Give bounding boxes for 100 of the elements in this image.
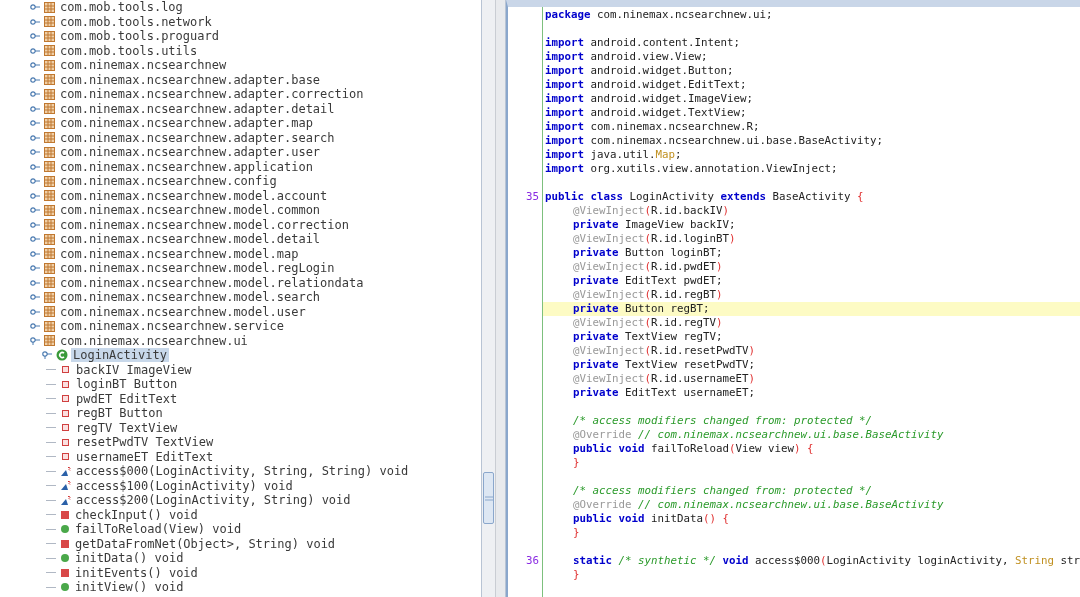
member-name[interactable]: initView() void: [73, 580, 186, 595]
package-name[interactable]: com.ninemax.ncsearchnew.service: [58, 319, 286, 334]
tree-line: [46, 427, 56, 429]
member-name[interactable]: access$200(LoginActivity, String) void: [74, 493, 353, 508]
collapsed-node-icon[interactable]: [30, 61, 40, 70]
collapsed-node-icon[interactable]: [30, 322, 40, 331]
package-name[interactable]: com.ninemax.ncsearchnew: [58, 58, 229, 73]
collapsed-node-icon[interactable]: [30, 32, 40, 41]
expanded-node-icon[interactable]: [30, 336, 40, 345]
package-name[interactable]: com.ninemax.ncsearchnew.model.common: [58, 203, 323, 218]
static-method-icon: [60, 465, 71, 477]
code-line: import android.widget.TextView;: [544, 106, 747, 120]
package-name[interactable]: com.mob.tools.proguard: [58, 29, 221, 44]
collapsed-node-icon[interactable]: [30, 206, 40, 215]
code-line: import android.content.Intent;: [544, 36, 741, 50]
code-line: @Override // com.ninemax.ncsearchnew.ui.base.BaseActivity: [572, 428, 944, 442]
collapsed-node-icon[interactable]: [30, 177, 40, 186]
package-name[interactable]: com.ninemax.ncsearchnew.adapter.user: [58, 145, 323, 160]
code-line: @ViewInject(R.id.resetPwdTV): [572, 344, 756, 358]
grip-icon: [484, 495, 493, 501]
code-line: public class LoginActivity extends BaseActivity {: [544, 190, 864, 204]
code-line: import java.util.Map;: [544, 148, 682, 162]
package-name[interactable]: com.ninemax.ncsearchnew.model.correction: [58, 217, 351, 232]
package-name[interactable]: com.ninemax.ncsearchnew.adapter.search: [58, 130, 337, 145]
package-name[interactable]: com.ninemax.ncsearchnew.model.detail: [58, 232, 323, 247]
code-line: @ViewInject(R.id.regTV): [572, 316, 723, 330]
code-line: }: [572, 456, 580, 470]
package-icon: [44, 161, 55, 173]
collapsed-node-icon[interactable]: [30, 278, 40, 287]
member-name[interactable]: loginBT Button: [74, 377, 180, 392]
package-name[interactable]: com.ninemax.ncsearchnew.adapter.map: [58, 116, 315, 131]
collapsed-node-icon[interactable]: [30, 46, 40, 55]
member-name[interactable]: regTV TextView: [74, 420, 180, 435]
code-line: private Button regBT;: [572, 302, 710, 316]
member-name[interactable]: access$100(LoginActivity) void: [74, 478, 295, 493]
package-name[interactable]: com.ninemax.ncsearchnew.application: [58, 159, 315, 174]
package-icon: [44, 16, 55, 28]
collapsed-node-icon[interactable]: [30, 264, 40, 273]
collapsed-node-icon[interactable]: [30, 75, 40, 84]
collapsed-node-icon[interactable]: [30, 119, 40, 128]
member-name[interactable]: getDataFromNet(Object>, String) void: [73, 536, 338, 551]
package-name[interactable]: com.ninemax.ncsearchnew.config: [58, 174, 279, 189]
code-line: private TextView regTV;: [572, 330, 723, 344]
member-name[interactable]: initData() void: [73, 551, 186, 566]
collapsed-node-icon[interactable]: [30, 148, 40, 157]
package-name[interactable]: com.mob.tools.network: [58, 14, 214, 29]
member-name[interactable]: pwdET EditText: [74, 391, 180, 406]
package-icon: [44, 103, 55, 115]
code-line: private TextView resetPwdTV;: [572, 358, 756, 372]
member-name[interactable]: usernameET EditText: [74, 449, 216, 464]
collapsed-node-icon[interactable]: [30, 191, 40, 200]
package-name[interactable]: com.ninemax.ncsearchnew.model.relationdata: [58, 275, 366, 290]
member-name[interactable]: resetPwdTV TextView: [74, 435, 216, 450]
package-name[interactable]: com.ninemax.ncsearchnew.adapter.correction: [58, 87, 366, 102]
package-name[interactable]: com.ninemax.ncsearchnew.model.search: [58, 290, 323, 305]
package-name[interactable]: com.mob.tools.log: [58, 0, 185, 15]
package-name[interactable]: com.ninemax.ncsearchnew.adapter.detail: [58, 101, 337, 116]
tree-line: [46, 543, 56, 545]
collapsed-node-icon[interactable]: [30, 220, 40, 229]
collapsed-node-icon[interactable]: [30, 90, 40, 99]
line-number: 35: [525, 190, 540, 204]
collapsed-node-icon[interactable]: [30, 133, 40, 142]
collapsed-node-icon[interactable]: [30, 293, 40, 302]
code-line: public void initData() {: [572, 512, 730, 526]
member-name[interactable]: initEvents() void: [73, 565, 200, 580]
code-line: @Override // com.ninemax.ncsearchnew.ui.base.BaseActivity: [572, 498, 944, 512]
collapsed-node-icon[interactable]: [30, 3, 40, 12]
collapsed-node-icon[interactable]: [30, 104, 40, 113]
member-name[interactable]: checkInput() void: [73, 507, 200, 522]
package-name[interactable]: com.ninemax.ncsearchnew.ui: [58, 333, 250, 348]
package-icon: [44, 291, 55, 303]
package-name[interactable]: com.ninemax.ncsearchnew.model.map: [58, 246, 301, 261]
tree-line: [46, 369, 56, 371]
package-name[interactable]: com.ninemax.ncsearchnew.model.account: [58, 188, 330, 203]
member-name[interactable]: backIV ImageView: [74, 362, 194, 377]
code-line: import com.ninemax.ncsearchnew.ui.base.BaseActivity;: [544, 134, 884, 148]
package-name[interactable]: com.ninemax.ncsearchnew.model.regLogin: [58, 261, 337, 276]
scrollbar[interactable]: [482, 0, 496, 597]
member-name[interactable]: regBT Button: [74, 406, 165, 421]
code-line: @ViewInject(R.id.regBT): [572, 288, 723, 302]
scroll-thumb[interactable]: [483, 472, 494, 524]
expanded-node-icon[interactable]: [42, 351, 52, 360]
collapsed-node-icon[interactable]: [30, 307, 40, 316]
collapsed-node-icon[interactable]: [30, 162, 40, 171]
collapsed-node-icon[interactable]: [30, 235, 40, 244]
collapsed-node-icon[interactable]: [30, 17, 40, 26]
tree-line: [46, 557, 56, 559]
code-line: import android.view.View;: [544, 50, 708, 64]
class-name[interactable]: LoginActivity: [71, 348, 169, 363]
package-name[interactable]: com.mob.tools.utils: [58, 43, 200, 58]
collapsed-node-icon[interactable]: [30, 249, 40, 258]
package-icon: [44, 1, 55, 13]
code-line: import android.widget.Button;: [544, 64, 734, 78]
public-method-icon: [61, 525, 69, 534]
member-name[interactable]: failToReload(View) void: [73, 522, 244, 537]
tree-line: [46, 528, 56, 530]
package-name[interactable]: com.ninemax.ncsearchnew.model.user: [58, 304, 308, 319]
member-name[interactable]: access$000(LoginActivity, String, String) void: [74, 464, 411, 479]
tree-line: [46, 412, 56, 414]
package-name[interactable]: com.ninemax.ncsearchnew.adapter.base: [58, 72, 323, 87]
